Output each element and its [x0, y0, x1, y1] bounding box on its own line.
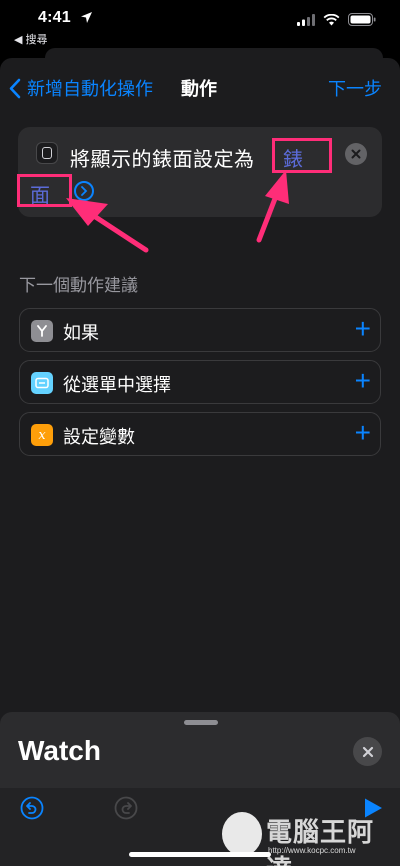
status-bar: 4:41 ◀ 搜尋: [0, 0, 400, 47]
add-icon[interactable]: +: [355, 315, 371, 343]
status-time: 4:41: [38, 9, 71, 26]
location-arrow-icon: [81, 12, 92, 23]
watermark-text: 電腦王阿達: [266, 817, 375, 866]
suggestion-if[interactable]: 如果 +: [19, 308, 381, 352]
redo-icon[interactable]: [114, 796, 138, 820]
nav-back-label: 新增自動化操作: [27, 79, 153, 99]
suggestion-label: 從選單中選擇: [63, 375, 171, 395]
panel-grabber[interactable]: [184, 720, 218, 725]
chevron-right-icon: [81, 186, 88, 196]
if-branch-icon: [31, 320, 53, 342]
cellular-signal-icon: [297, 13, 315, 26]
remove-action-button[interactable]: [345, 143, 367, 165]
page-title: 動作: [181, 79, 217, 99]
watermark-logo: [222, 812, 262, 856]
battery-icon: [348, 13, 376, 26]
undo-icon[interactable]: [20, 796, 44, 820]
expand-chevron-button[interactable]: [74, 181, 94, 201]
suggestion-choose-from-menu[interactable]: 從選單中選擇 +: [19, 360, 381, 404]
highlight-box: [272, 138, 332, 173]
status-indicators: [297, 13, 376, 26]
panel-title: Watch: [18, 735, 101, 766]
back-to-app-link[interactable]: ◀ 搜尋: [14, 31, 48, 47]
watch-face-icon: [36, 142, 58, 164]
add-icon[interactable]: +: [355, 367, 371, 395]
panel-close-button[interactable]: [353, 737, 382, 766]
suggestion-set-variable[interactable]: x 設定變數 +: [19, 412, 381, 456]
home-indicator[interactable]: [129, 852, 271, 857]
variable-icon: x: [31, 424, 53, 446]
menu-icon: [31, 372, 53, 394]
next-button[interactable]: 下一步: [328, 75, 382, 101]
watermark-url: http://www.kocpc.com.tw: [268, 846, 356, 855]
add-icon[interactable]: +: [355, 419, 371, 447]
wifi-icon: [323, 13, 340, 25]
close-icon: [351, 149, 361, 159]
suggestion-label: 如果: [63, 323, 99, 343]
highlight-box: [17, 174, 72, 207]
suggestions-heading: 下一個動作建議: [19, 276, 138, 295]
suggestion-label: 設定變數: [63, 427, 135, 447]
chevron-left-icon: [9, 78, 21, 98]
close-icon: [362, 746, 373, 757]
action-text: 將顯示的錶面設定為: [70, 149, 255, 171]
nav-back-button[interactable]: 新增自動化操作: [8, 75, 153, 101]
